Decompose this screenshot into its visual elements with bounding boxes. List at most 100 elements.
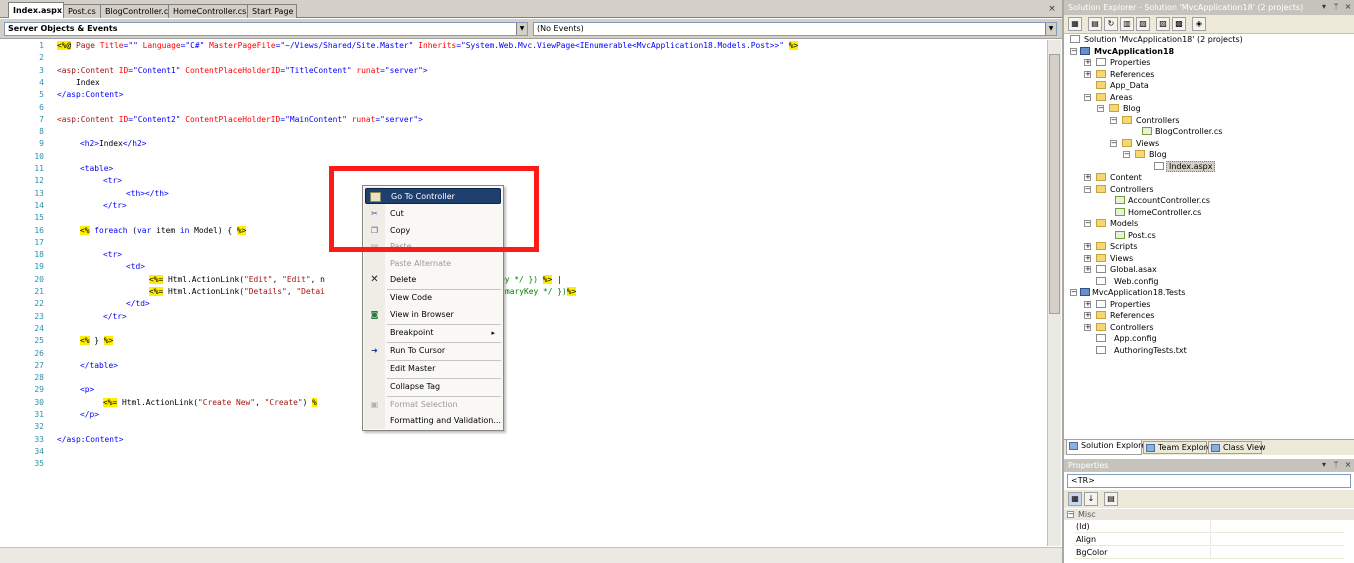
tree-item-index-aspx[interactable]: Index.aspx [1154,160,1216,172]
property-value[interactable] [1210,534,1344,546]
collapse-icon[interactable]: − [1097,105,1104,112]
expand-icon[interactable]: + [1084,266,1091,273]
tab-index-aspx[interactable]: Index.aspx [8,2,64,18]
menu-item-formatting-and-validation[interactable]: Formatting and Validation... [365,413,501,429]
tree-item-app-config[interactable]: App.config [1096,333,1157,344]
property-row[interactable]: BgColor [1074,547,1344,559]
editor-horizontal-scrollbar[interactable] [0,547,1062,563]
tree-item-areas[interactable]: − Areas [1084,92,1133,103]
editor-vertical-scrollbar[interactable] [1047,40,1061,546]
tree-item-views-root[interactable]: + Views [1084,253,1133,264]
tree-item-authoringtests-txt[interactable]: AuthoringTests.txt [1096,345,1187,356]
menu-item-edit-master[interactable]: Edit Master [365,361,501,377]
code-editor[interactable]: <%@ Page Title="" Language="C#" MasterPa… [0,40,1046,547]
show-all-files-icon[interactable]: ▤ [1088,17,1102,31]
view-code-icon[interactable]: ▧ [1136,17,1150,31]
class-diagram-icon[interactable]: ▩ [1172,17,1186,31]
tree-item-blog[interactable]: − Blog [1097,103,1141,114]
alphabetical-icon[interactable]: ↓ [1084,492,1098,506]
collapse-icon[interactable]: − [1110,139,1117,147]
tab-homecontroller-cs[interactable]: HomeController.cs [168,4,248,18]
expand-icon[interactable]: + [1084,70,1091,78]
property-row[interactable]: (Id) [1074,521,1344,533]
tab-team-explorer[interactable]: Team Explorer [1143,441,1215,454]
tree-item-post-cs[interactable]: Post.cs [1115,230,1156,241]
tree-item-views[interactable]: − Views [1110,138,1159,149]
tree-item-content[interactable]: + Content [1084,172,1142,183]
collapse-icon[interactable]: − [1084,220,1091,227]
tree-item-tests-properties[interactable]: + Properties [1084,299,1150,310]
properties-object-selector[interactable]: <TR> [1067,474,1351,488]
objects-dropdown[interactable]: Server Objects & Events ▼ [4,22,528,36]
collapse-icon[interactable]: − [1070,289,1077,296]
close-icon[interactable]: × [1343,2,1353,12]
expand-icon[interactable]: + [1084,312,1091,319]
properties-icon[interactable]: ▦ [1068,17,1082,31]
tree-item-app-data[interactable]: App_Data [1096,80,1149,91]
collapse-icon[interactable]: − [1110,116,1117,124]
expand-icon[interactable]: + [1084,243,1091,250]
menu-item-view-in-browser[interactable]: ◙ View in Browser [365,307,501,323]
tree-item-tests-project[interactable]: − MvcApplication18.Tests [1070,287,1185,298]
chevron-down-icon[interactable]: ▼ [516,23,527,35]
tree-item-solution[interactable]: Solution 'MvcApplication18' (2 projects) [1070,34,1243,45]
tree-item-controllers-root[interactable]: − Controllers [1084,184,1154,195]
close-icon[interactable]: × [1343,460,1353,470]
category-misc[interactable]: − Misc [1064,509,1354,520]
code-token: "Create New" [198,397,256,407]
tree-item-models[interactable]: − Models [1084,218,1138,229]
tree-item-project[interactable]: − MvcApplication18 [1070,46,1174,57]
menu-item-format-selection[interactable]: ▣ Format Selection [365,397,501,413]
tab-blogcontroller-cs[interactable]: BlogController.cs [100,4,172,18]
events-dropdown[interactable]: (No Events) ▼ [533,22,1057,36]
tree-item-properties[interactable]: + Properties [1084,57,1150,68]
tree-item-tests-references[interactable]: + References [1084,310,1154,321]
chevron-down-icon[interactable]: ▼ [1045,23,1056,35]
property-pages-icon[interactable]: ▤ [1104,492,1118,506]
tree-item-homecontroller-cs[interactable]: HomeController.cs [1115,207,1201,218]
tree-item-accountcontroller-cs[interactable]: AccountController.cs [1115,195,1210,206]
menu-item-collapse-tag[interactable]: Collapse Tag [365,379,501,395]
tree-item-references[interactable]: + References [1084,69,1154,80]
menu-item-delete[interactable]: ✕ Delete [365,272,501,288]
refresh-icon[interactable]: ↻ [1104,17,1118,31]
menu-item-run-to-cursor[interactable]: ➜ Run To Cursor [365,343,501,359]
window-position-icon[interactable]: ▾ [1319,2,1329,12]
collapse-icon[interactable]: − [1070,47,1077,55]
tree-item-controllers[interactable]: − Controllers [1110,115,1180,126]
collapse-icon[interactable]: − [1123,151,1130,158]
expand-icon[interactable]: + [1084,300,1091,308]
collapse-icon[interactable]: − [1084,185,1091,193]
property-value[interactable] [1210,547,1344,559]
expand-icon[interactable]: + [1084,254,1091,262]
collapse-icon[interactable]: − [1084,93,1091,101]
tab-post-cs[interactable]: Post.cs [63,4,101,18]
expand-icon[interactable]: + [1084,174,1091,181]
property-value[interactable] [1210,521,1344,533]
tree-item-blogcontroller-cs[interactable]: BlogController.cs [1142,126,1222,137]
web-config-icon[interactable]: ◈ [1192,17,1206,31]
pin-icon[interactable]: ᛘ [1331,2,1341,12]
pin-icon[interactable]: ᛘ [1331,460,1341,470]
collapse-icon[interactable]: − [1067,511,1074,518]
tab-start-page[interactable]: Start Page [247,4,297,18]
scrollbar-thumb[interactable] [1049,54,1060,314]
tree-item-global-asax[interactable]: + Global.asax [1084,264,1157,275]
window-position-icon[interactable]: ▾ [1319,460,1329,470]
tab-class-view[interactable]: Class View [1208,441,1266,454]
tree-item-tests-controllers[interactable]: + Controllers [1084,322,1154,333]
tab-solution-explorer[interactable]: Solution Explorer [1066,440,1149,455]
expand-icon[interactable]: + [1084,323,1091,331]
categorized-icon[interactable]: ▦ [1068,492,1082,506]
expand-icon[interactable]: + [1084,59,1091,66]
nest-files-icon[interactable]: ▥ [1120,17,1134,31]
tree-item-web-config[interactable]: Web.config [1096,276,1158,287]
close-document-icon[interactable]: × [1046,4,1058,15]
menu-item-breakpoint[interactable]: Breakpoint ▸ [365,325,501,341]
view-designer-icon[interactable]: ▨ [1156,17,1170,31]
tree-item-scripts[interactable]: + Scripts [1084,241,1137,252]
menu-item-paste-alternate[interactable]: Paste Alternate [365,256,501,272]
menu-item-view-code[interactable]: View Code [365,290,501,306]
tree-item-views-blog[interactable]: − Blog [1123,149,1167,160]
property-row[interactable]: Align [1074,534,1344,546]
